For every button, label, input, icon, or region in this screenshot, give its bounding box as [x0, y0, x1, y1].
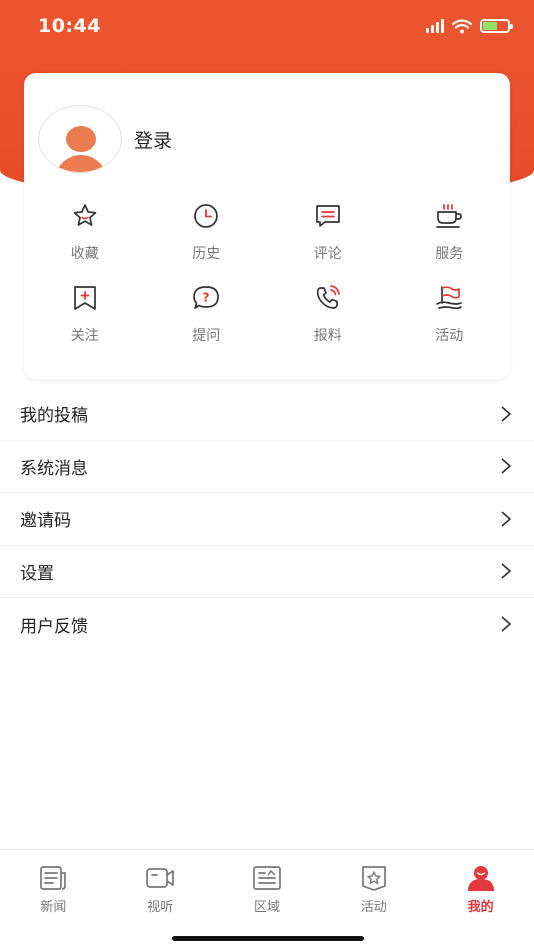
- chevron-right-icon: [501, 511, 512, 527]
- phone-icon: [316, 285, 340, 309]
- profile-row[interactable]: 登录: [38, 105, 172, 173]
- bottom-tab-bar: 新闻 视听 区域 活动 我的: [0, 849, 534, 950]
- menu-invite-code[interactable]: 邀请码: [0, 493, 534, 546]
- tab-label: 我的: [467, 900, 494, 915]
- menu-my-submissions[interactable]: 我的投稿: [0, 388, 534, 441]
- menu-label: 我的投稿: [20, 406, 88, 427]
- menu-settings[interactable]: 设置: [0, 546, 534, 598]
- shortcut-report[interactable]: 报料: [267, 283, 389, 345]
- tab-news[interactable]: 新闻: [0, 850, 107, 920]
- profile-card: 登录 收藏 历史 评论 服务 关注 ? 提问 报料 活动: [24, 73, 510, 379]
- chevron-right-icon: [501, 616, 512, 632]
- battery-icon: [480, 19, 513, 33]
- chevron-right-icon: [501, 563, 512, 579]
- svg-text:?: ?: [203, 291, 210, 305]
- shortcut-favorites[interactable]: 收藏: [24, 201, 146, 263]
- bookmark-plus-icon: [73, 286, 96, 310]
- status-time: 10:44: [38, 15, 101, 37]
- menu-label: 系统消息: [20, 458, 88, 479]
- shortcut-label: 提问: [192, 328, 221, 344]
- flag-icon: [436, 286, 463, 310]
- login-label[interactable]: 登录: [134, 126, 172, 153]
- shortcut-label: 报料: [313, 328, 342, 344]
- clock-icon: [194, 204, 219, 228]
- signal-icon: [426, 19, 444, 33]
- question-bubble-icon: ?: [193, 286, 220, 309]
- shortcut-services[interactable]: 服务: [389, 201, 511, 263]
- shortcut-ask[interactable]: ? 提问: [146, 283, 268, 345]
- tab-label: 视听: [147, 900, 174, 915]
- status-icons: [426, 18, 513, 34]
- status-bar: 10:44: [0, 0, 534, 52]
- tab-label: 活动: [360, 900, 387, 915]
- newspaper-icon: [40, 866, 67, 890]
- avatar[interactable]: [38, 105, 122, 173]
- profile-icon: [467, 866, 494, 891]
- menu-label: 设置: [20, 563, 54, 584]
- chevron-right-icon: [501, 406, 512, 422]
- cup-icon: [436, 204, 463, 228]
- shortcut-follow[interactable]: 关注: [24, 283, 146, 345]
- menu-label: 邀请码: [20, 511, 71, 532]
- menu-label: 用户反馈: [20, 616, 88, 637]
- shortcut-label: 关注: [70, 328, 99, 344]
- shortcut-label: 历史: [192, 246, 221, 262]
- tab-label: 区域: [253, 900, 280, 915]
- shortcut-history[interactable]: 历史: [146, 201, 268, 263]
- shortcut-label: 服务: [435, 246, 464, 262]
- tab-video[interactable]: 视听: [107, 850, 214, 920]
- region-icon: [253, 866, 281, 890]
- shortcut-label: 收藏: [70, 246, 99, 262]
- star-icon: [73, 204, 97, 226]
- shortcut-label: 评论: [313, 246, 342, 262]
- shortcut-activities[interactable]: 活动: [389, 283, 511, 345]
- star-badge-icon: [361, 866, 386, 891]
- tab-mine[interactable]: 我的: [427, 850, 534, 920]
- menu-feedback[interactable]: 用户反馈: [0, 598, 534, 651]
- tab-region[interactable]: 区域: [214, 850, 321, 920]
- settings-menu: 我的投稿 系统消息 邀请码 设置 用户反馈: [0, 388, 534, 651]
- shortcut-grid: 收藏 历史 评论 服务 关注 ? 提问 报料 活动: [24, 201, 510, 345]
- shortcut-label: 活动: [435, 328, 464, 344]
- tab-activities[interactable]: 活动: [320, 850, 427, 920]
- video-icon: [146, 868, 175, 888]
- comment-icon: [315, 205, 340, 227]
- tab-label: 新闻: [40, 900, 67, 915]
- wifi-icon: [452, 18, 472, 33]
- shortcut-comments[interactable]: 评论: [267, 201, 389, 263]
- home-indicator: [172, 936, 364, 941]
- menu-system-messages[interactable]: 系统消息: [0, 441, 534, 493]
- chevron-right-icon: [501, 458, 512, 474]
